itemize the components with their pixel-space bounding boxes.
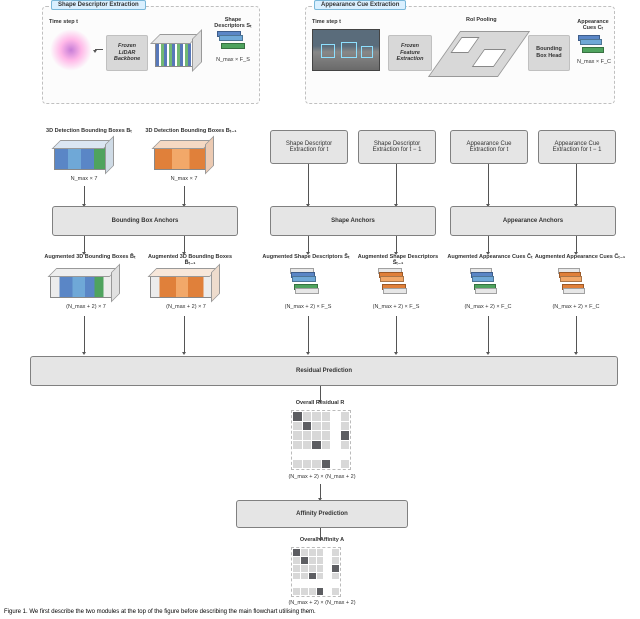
aug-appear-tm1-dim: (N_max + 2) × F_C — [546, 304, 606, 310]
figure-caption: Figure 1. We first describe the two modu… — [4, 609, 636, 615]
arrow-icon — [84, 316, 85, 352]
arrow-icon — [320, 484, 321, 498]
arrow-icon — [576, 316, 577, 352]
bb-t-cube-icon — [54, 140, 116, 174]
residual-block: Residual Prediction — [30, 356, 618, 386]
affinity-block: Affinity Prediction — [236, 500, 408, 528]
bb-t-label: 3D Detection Bounding Boxes Bₜ — [44, 128, 134, 134]
aug-appear-t-label: Augmented Appearance Cues C̃ₜ — [444, 254, 536, 260]
affinity-label: Overall Affinity A — [282, 537, 362, 543]
roi-pooling-label: RoI Pooling — [466, 17, 497, 23]
camera-scene-icon — [312, 29, 380, 71]
aug-shape-tm1-label: Augmented Shape Descriptors S̃ₜ₋₁ — [352, 254, 444, 266]
bb-tm1-cube-icon — [154, 140, 216, 174]
aug-appear-tm1-icon — [558, 268, 590, 298]
shape-anchors-block: Shape Anchors — [270, 206, 436, 236]
arrow-icon — [576, 164, 577, 204]
aug-bb-tm1-label: Augmented 3D Bounding Boxes B̃ₜ₋₁ — [142, 254, 238, 266]
arrow-icon — [396, 236, 397, 252]
frozen-feature-block: FrozenFeatureExtraction — [388, 35, 432, 71]
arrow-icon — [396, 164, 397, 204]
arrow-icon — [308, 236, 309, 252]
arrow-icon — [576, 236, 577, 252]
aug-bb-tm1-dim: (N_max + 2) × 7 — [158, 304, 214, 310]
bb-t-dim: N_max × 7 — [64, 176, 104, 182]
arrow-icon — [308, 316, 309, 352]
aug-shape-tm1-dim: (N_max + 2) × F_S — [366, 304, 426, 310]
appearance-anchors-block: Appearance Anchors — [450, 206, 616, 236]
appearance-cue-icon — [578, 35, 606, 53]
bb-tm1-label: 3D Detection Bounding Boxes Bₜ₋₁ — [143, 128, 239, 134]
aug-shape-t-icon — [290, 268, 322, 298]
affinity-grid-icon — [291, 547, 341, 597]
arrow-icon — [488, 316, 489, 352]
arrow-icon — [396, 316, 397, 352]
time-step-label-2: Time step t — [312, 19, 341, 25]
shape-out-label: Shape Descriptors Sₜ — [209, 17, 257, 29]
aug-bb-t-dim: (N_max + 2) × 7 — [58, 304, 114, 310]
shape-descriptor-icon — [217, 31, 247, 51]
appearance-extraction-panel: Appearance Cue Extraction Time step t Fr… — [305, 6, 615, 104]
bbox-head-block: BoundingBox Head — [528, 35, 570, 71]
feature-volume-icon — [155, 35, 201, 75]
shape-extract-tm1-block: Shape DescriptorExtraction for t − 1 — [358, 130, 436, 164]
arrow-icon — [184, 186, 185, 204]
time-step-label: Time step t — [49, 19, 78, 25]
residual-grid-icon — [291, 410, 351, 470]
arrow-icon — [184, 316, 185, 352]
bb-tm1-dim: N_max × 7 — [164, 176, 204, 182]
lidar-icon — [50, 29, 92, 71]
shape-extract-t-block: Shape DescriptorExtraction for t — [270, 130, 348, 164]
appearance-out-dim: N_max × F_C — [576, 59, 612, 65]
arrow-icon — [184, 236, 185, 252]
shape-extraction-panel: Shape Descriptor Extraction Time step t … — [42, 6, 260, 104]
aug-appear-t-dim: (N_max + 2) × F_C — [458, 304, 518, 310]
roi-pooling-icon — [428, 31, 530, 77]
appearance-extract-t-block: Appearance CueExtraction for t — [450, 130, 528, 164]
arrow-icon — [84, 186, 85, 204]
appearance-panel-title: Appearance Cue Extraction — [314, 0, 406, 10]
residual-label: Overall Residual R — [280, 400, 360, 406]
appearance-out-label: Appearance Cues Cₜ — [572, 19, 614, 31]
affinity-dim: (N_max + 2) × (N_max + 2) — [272, 600, 372, 606]
bbox-anchors-block: Bounding Box Anchors — [52, 206, 238, 236]
aug-shape-t-dim: (N_max + 2) × F_S — [278, 304, 338, 310]
diagram-root: Shape Descriptor Extraction Time step t … — [0, 0, 640, 619]
residual-dim: (N_max + 2) × (N_max + 2) — [272, 474, 372, 480]
arrow-icon — [308, 164, 309, 204]
arrow-icon — [95, 49, 103, 50]
aug-bb-tm1-cube-icon — [150, 268, 222, 302]
shape-out-dim: N_max × F_S — [215, 57, 251, 63]
shape-panel-title: Shape Descriptor Extraction — [51, 0, 146, 10]
aug-bb-t-cube-icon — [50, 268, 122, 302]
aug-bb-t-label: Augmented 3D Bounding Boxes B̃ₜ — [42, 254, 138, 260]
aug-shape-t-label: Augmented Shape Descriptors S̃ₜ — [260, 254, 352, 260]
frozen-lidar-block: FrozenLiDARBackbone — [106, 35, 148, 71]
arrow-icon — [488, 164, 489, 204]
appearance-extract-tm1-block: Appearance CueExtraction for t − 1 — [538, 130, 616, 164]
aug-appear-t-icon — [470, 268, 502, 298]
aug-appear-tm1-label: Augmented Appearance Cues C̃ₜ₋₁ — [534, 254, 626, 260]
arrow-icon — [320, 386, 321, 400]
aug-shape-tm1-icon — [378, 268, 410, 298]
arrow-icon — [488, 236, 489, 252]
arrow-icon — [84, 236, 85, 252]
